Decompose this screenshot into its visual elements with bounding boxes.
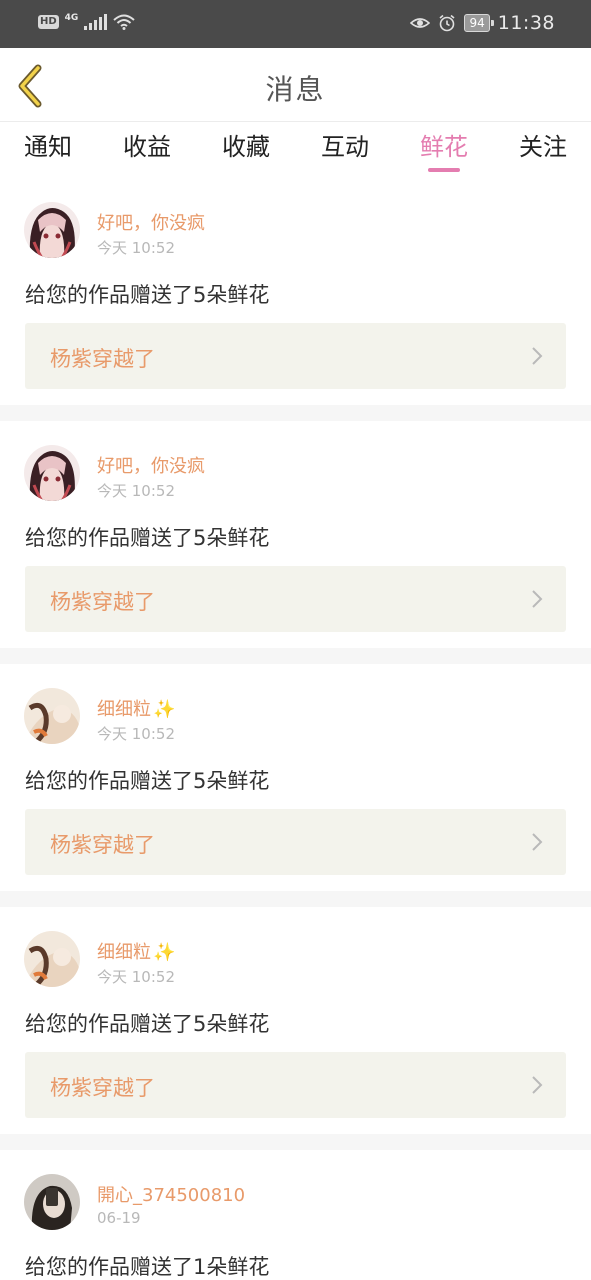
message-time: 今天 10:52 (97, 968, 175, 986)
tab-interactions[interactable]: 互动 (321, 122, 369, 178)
message-text: 给您的作品赠送了5朵鲜花 (25, 1012, 270, 1036)
sparkle-icon: ✨ (153, 942, 176, 963)
network-type: 4G (64, 13, 79, 23)
status-left: HD 4G (38, 13, 135, 30)
status-time: 11:38 (497, 12, 555, 34)
message-card: 好吧，你没疯 今天 10:52 给您的作品赠送了5朵鲜花 杨紫穿越了 (0, 421, 591, 664)
message-time: 06-19 (97, 1209, 141, 1227)
status-right: 94 11:38 (410, 12, 555, 34)
chevron-right-icon (532, 590, 543, 608)
message-list: 好吧，你没疯 今天 10:52 给您的作品赠送了5朵鲜花 杨紫穿越了 好吧，你没… (0, 178, 591, 1280)
tab-following[interactable]: 关注 (519, 122, 567, 178)
message-time: 今天 10:52 (97, 482, 175, 500)
hd-badge: HD (38, 15, 59, 29)
work-title: 杨紫穿越了 (50, 347, 155, 371)
message-card: 開心_374500810 06-19 给您的作品赠送了1朵鲜花 (0, 1150, 591, 1280)
avatar[interactable] (24, 202, 80, 258)
user-name[interactable]: 好吧，你没疯 (97, 209, 205, 235)
user-name[interactable]: 细细粒 ✨ (97, 695, 175, 721)
work-link[interactable]: 杨紫穿越了 (25, 566, 566, 632)
status-bar: HD 4G 94 11:38 (0, 0, 591, 48)
avatar[interactable] (24, 1174, 80, 1230)
message-card: 细细粒 ✨ 今天 10:52 给您的作品赠送了5朵鲜花 杨紫穿越了 (0, 664, 591, 907)
work-link[interactable]: 杨紫穿越了 (25, 809, 566, 875)
sparkle-icon: ✨ (153, 699, 176, 720)
message-time: 今天 10:52 (97, 725, 175, 743)
signal-icon (84, 14, 108, 30)
page-title: 消息 (265, 73, 326, 106)
user-name[interactable]: 好吧，你没疯 (97, 452, 205, 478)
user-name[interactable]: 開心_374500810 (97, 1181, 245, 1207)
message-card: 好吧，你没疯 今天 10:52 给您的作品赠送了5朵鲜花 杨紫穿越了 (0, 178, 591, 421)
message-text: 给您的作品赠送了5朵鲜花 (25, 283, 270, 307)
chevron-right-icon (532, 347, 543, 365)
tab-favorites[interactable]: 收藏 (222, 122, 270, 178)
user-name[interactable]: 细细粒 ✨ (97, 938, 175, 964)
message-text: 给您的作品赠送了5朵鲜花 (25, 526, 270, 550)
battery-icon: 94 (464, 14, 495, 32)
message-time: 今天 10:52 (97, 239, 175, 257)
work-link[interactable]: 杨紫穿越了 (25, 1052, 566, 1118)
work-title: 杨紫穿越了 (50, 833, 155, 857)
work-title: 杨紫穿越了 (50, 1076, 155, 1100)
message-text: 给您的作品赠送了1朵鲜花 (25, 1255, 270, 1279)
tab-notifications[interactable]: 通知 (24, 122, 72, 178)
user-name-text: 细细粒 (97, 699, 151, 720)
alarm-icon (439, 14, 455, 32)
chevron-right-icon (532, 1076, 543, 1094)
message-card: 细细粒 ✨ 今天 10:52 给您的作品赠送了5朵鲜花 杨紫穿越了 (0, 907, 591, 1150)
work-title: 杨紫穿越了 (50, 590, 155, 614)
user-name-text: 细细粒 (97, 942, 151, 963)
avatar[interactable] (24, 931, 80, 987)
tab-bar: 通知 收益 收藏 互动 鲜花 关注 (0, 122, 591, 178)
app-header: 消息 (0, 48, 591, 122)
tab-earnings[interactable]: 收益 (123, 122, 171, 178)
wifi-icon (113, 14, 135, 30)
chevron-right-icon (532, 833, 543, 851)
eye-icon (410, 18, 431, 28)
avatar[interactable] (24, 688, 80, 744)
avatar[interactable] (24, 445, 80, 501)
work-link[interactable]: 杨紫穿越了 (25, 323, 566, 389)
tab-flowers[interactable]: 鲜花 (420, 122, 468, 178)
message-text: 给您的作品赠送了5朵鲜花 (25, 769, 270, 793)
